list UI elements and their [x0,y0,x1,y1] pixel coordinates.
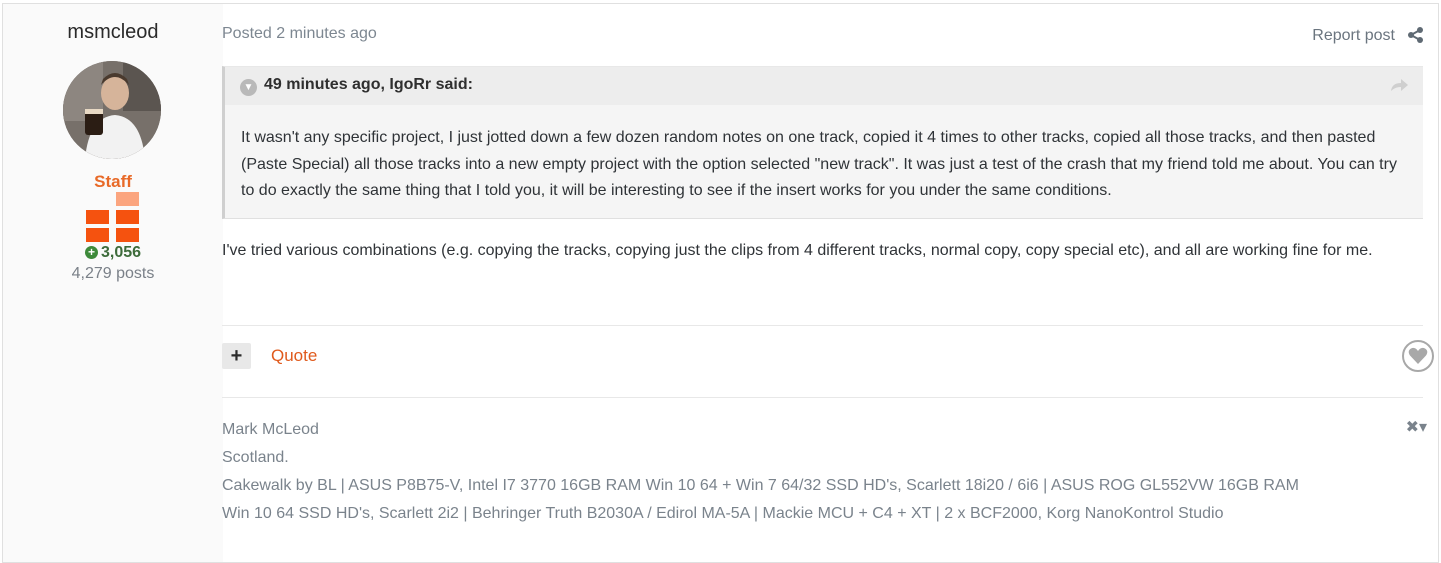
signature: Mark McLeod Scotland. Cakewalk by BL | A… [222,416,1402,528]
author-panel: msmcleod Staff +3,056 4,279 posts [3,4,223,562]
quote-button[interactable]: Quote [271,346,317,366]
signature-hide-icon[interactable]: ✖▾ [1406,417,1427,437]
quote-header: ▼ 49 minutes ago, IgoRr said: [225,67,1423,105]
quote-citation: 49 minutes ago, IgoRr said: [264,76,473,93]
share-icon[interactable] [1407,26,1425,44]
author-post-count: 4,279 posts [71,265,155,282]
quote-text: It wasn't any specific project, I just j… [241,129,1397,199]
reputation-value: 3,056 [100,244,142,261]
post-body-text: I've tried various combinations (e.g. co… [222,242,1373,259]
reputation-plus-icon: + [84,246,98,259]
author-role-badge: Staff [94,172,132,191]
divider [222,325,1423,326]
post-timestamp[interactable]: Posted 2 minutes ago [222,25,377,43]
divider [222,397,1423,398]
rank-icon [86,192,140,244]
quote-block: ▼ 49 minutes ago, IgoRr said: It wasn't … [222,66,1423,219]
quote-jump-icon[interactable] [1389,77,1409,93]
post-container: msmcleod Staff +3,056 4,279 posts Posted… [2,3,1439,563]
author-username[interactable]: msmcleod [3,21,223,44]
reputation[interactable]: +3,056 [3,244,223,262]
report-post-link[interactable]: Report post [1312,27,1395,45]
quote-collapse-icon[interactable]: ▼ [240,79,257,96]
avatar[interactable] [63,61,161,159]
signature-line: Scotland. [222,449,289,466]
signature-line: Mark McLeod [222,421,319,438]
heart-icon[interactable] [1402,340,1434,372]
signature-line: Cakewalk by BL | ASUS P8B75-V, Intel I7 … [222,477,1299,494]
signature-line: Win 10 64 SSD HD's, Scarlett 2i2 | Behri… [222,505,1224,522]
multiquote-button[interactable]: + [222,343,251,369]
